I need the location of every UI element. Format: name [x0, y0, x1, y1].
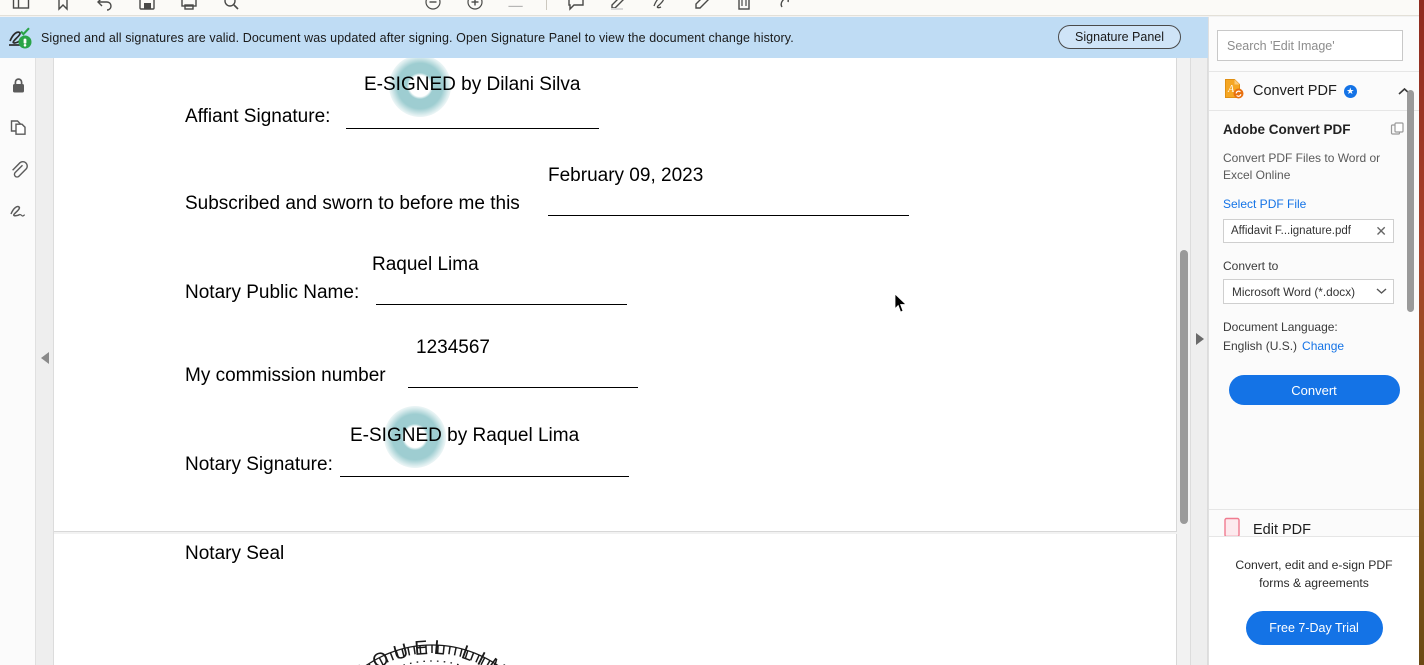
affiant-signature-rule: [346, 128, 599, 129]
attachments-icon[interactable]: [0, 148, 36, 190]
left-panel-collapse-handle[interactable]: [36, 58, 54, 665]
free-trial-button[interactable]: Free 7-Day Trial: [1245, 611, 1383, 646]
page-thumbnails-icon[interactable]: [0, 106, 36, 148]
window-edge: [1419, 0, 1424, 665]
tools-search-wrapper: [1209, 17, 1419, 71]
notary-name-value: Raquel Lima: [372, 254, 479, 275]
convert-to-value: Microsoft Word (*.docx): [1232, 284, 1356, 299]
zoom-out-icon[interactable]: [423, 0, 443, 11]
search-icon[interactable]: [221, 0, 241, 11]
promo-text: Convert, edit and e-sign PDF forms & agr…: [1235, 558, 1393, 590]
convert-to-label: Convert to: [1223, 259, 1279, 274]
chevron-left-icon: [41, 352, 49, 364]
lock-icon[interactable]: [0, 64, 36, 106]
mouse-cursor: [894, 293, 908, 313]
convert-pdf-icon: A: [1223, 78, 1244, 104]
document-language-label: Document Language:: [1223, 320, 1338, 335]
main-toolbar: [0, 0, 1424, 16]
notary-name-rule: [376, 304, 627, 305]
highlight-icon[interactable]: [608, 0, 628, 11]
signature-panel-button[interactable]: Signature Panel: [1058, 25, 1181, 49]
sign-icon[interactable]: [692, 0, 712, 11]
toolbar-divider: [546, 0, 547, 10]
select-pdf-file-link[interactable]: Select PDF File: [1223, 197, 1405, 211]
undo-icon[interactable]: [95, 0, 115, 11]
copy-icon[interactable]: [1390, 122, 1405, 142]
convert-pdf-body: Adobe Convert PDF Convert PDF Files to W…: [1209, 111, 1419, 406]
affiant-esign-text: E-SIGNED by Dilani Silva: [364, 74, 581, 95]
close-icon[interactable]: ✕: [1373, 223, 1389, 240]
right-panel-collapse-handle[interactable]: [1190, 58, 1208, 665]
document-scrollbar[interactable]: [1178, 58, 1190, 665]
notary-signature-label: Notary Signature:: [185, 454, 333, 475]
notary-esign-text: E-SIGNED by Raquel Lima: [350, 425, 580, 446]
pdf-reader-window: Signed and all signatures are valid. Doc…: [0, 0, 1424, 665]
convert-to-select[interactable]: Microsoft Word (*.docx): [1223, 279, 1394, 305]
affiant-signature-label: Affiant Signature:: [185, 106, 331, 127]
tools-panel-scrollbar-thumb[interactable]: [1407, 90, 1414, 312]
bookmark-icon[interactable]: [53, 0, 73, 11]
notary-name-label: Notary Public Name:: [185, 282, 360, 303]
chevron-right-icon: [1196, 333, 1204, 345]
save-icon[interactable]: [137, 0, 157, 11]
convert-button[interactable]: Convert: [1228, 375, 1400, 406]
commission-rule: [408, 387, 638, 388]
document-language-row: English (U.S.) Change: [1223, 339, 1405, 353]
premium-star-badge: ★: [1343, 84, 1357, 98]
delete-page-icon[interactable]: [734, 0, 754, 11]
promo-banner: Convert, edit and e-sign PDF forms & agr…: [1209, 536, 1419, 665]
pdf-page-continued: Notary Seal: [54, 534, 1177, 665]
notary-seal-label: Notary Seal: [185, 543, 285, 564]
commission-label: My commission number: [185, 365, 386, 386]
comment-icon[interactable]: [566, 0, 586, 11]
signed-valid-icon: [7, 25, 33, 51]
adobe-convert-pdf-heading: Adobe Convert PDF: [1223, 122, 1351, 137]
tool-title-convert-pdf: Convert PDF: [1253, 83, 1337, 99]
sworn-date-rule: [548, 215, 909, 216]
zoom-level-field[interactable]: [507, 0, 527, 11]
search-input[interactable]: [1217, 30, 1403, 61]
stamp-icon[interactable]: [776, 0, 796, 11]
sidebar-toggle-icon[interactable]: [11, 0, 31, 11]
document-viewport: E-SIGNED by Dilani Silva Affiant Signatu…: [54, 58, 1190, 665]
selected-file-name: Affidavit F...ignature.pdf: [1231, 225, 1351, 238]
document-language-value: English (U.S.): [1223, 339, 1298, 354]
change-language-link[interactable]: Change: [1302, 339, 1344, 353]
left-tool-rail: [0, 58, 36, 665]
signatures-icon[interactable]: [0, 190, 36, 232]
chevron-down-icon: [1376, 286, 1387, 298]
signature-status-message: Signed and all signatures are valid. Doc…: [41, 30, 794, 45]
selected-file-chip: Affidavit F...ignature.pdf ✕: [1223, 219, 1394, 244]
tools-panel: A Convert PDF ★ Adobe Convert PDF: [1208, 17, 1419, 665]
document-scrollbar-thumb[interactable]: [1180, 250, 1188, 524]
sworn-date-value: February 09, 2023: [548, 165, 704, 186]
notary-signature-rule: [340, 476, 629, 477]
commission-value: 1234567: [416, 337, 490, 358]
pdf-page: E-SIGNED by Dilani Silva Affiant Signatu…: [54, 58, 1177, 532]
print-icon[interactable]: [179, 0, 199, 11]
zoom-in-icon[interactable]: [465, 0, 485, 11]
adobe-convert-pdf-description: Convert PDF Files to Word or Excel Onlin…: [1223, 151, 1381, 183]
sworn-label: Subscribed and sworn to before me this: [185, 193, 520, 214]
notary-seal-stamp: RAQUEL LIMA NOTARY PUBLIC: [307, 636, 557, 665]
tool-section-convert-pdf-header[interactable]: A Convert PDF ★: [1209, 71, 1419, 111]
draw-icon[interactable]: [650, 0, 670, 11]
